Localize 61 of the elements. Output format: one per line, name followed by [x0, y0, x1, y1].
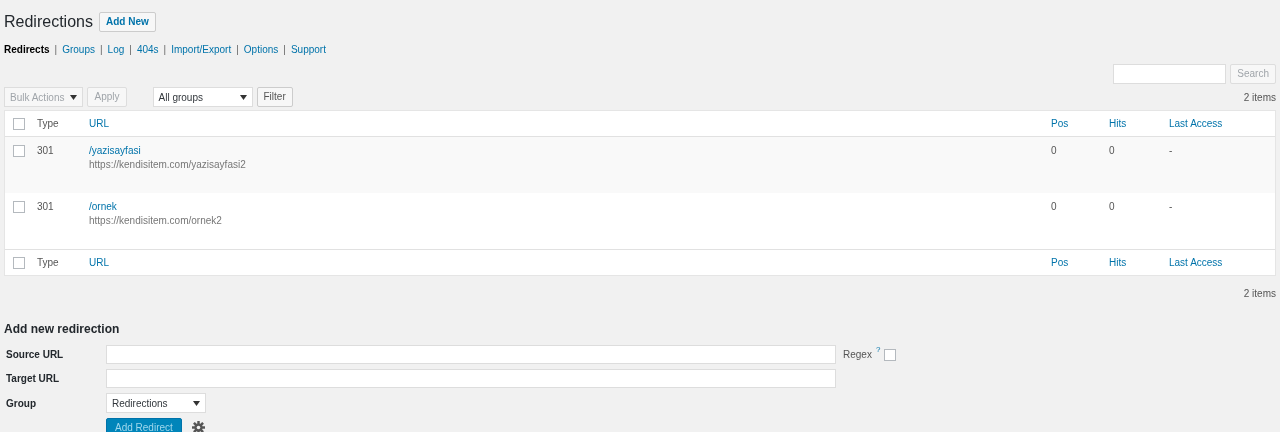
- url-link[interactable]: /ornek: [89, 201, 1051, 212]
- field-label: Source URL: [5, 349, 65, 360]
- column-header: Type: [37, 257, 60, 268]
- column-header[interactable]: Pos: [1051, 257, 1109, 268]
- column-header[interactable]: URL: [89, 118, 1051, 129]
- help-link[interactable]: ?: [875, 345, 881, 354]
- page-title: Redirections: [4, 13, 93, 31]
- regex-label: Regex: [843, 349, 872, 360]
- caret-icon: [193, 400, 200, 406]
- table-cell-text: 0: [1109, 201, 1116, 212]
- tab[interactable]: Support: [290, 43, 326, 55]
- separator: |: [129, 43, 132, 55]
- target-url-field[interactable]: [106, 369, 836, 388]
- checkbox[interactable]: [13, 145, 25, 157]
- tab[interactable]: Import/Export: [171, 43, 232, 55]
- tab[interactable]: 404s: [136, 43, 159, 55]
- checkbox[interactable]: [884, 348, 897, 361]
- checkbox[interactable]: [13, 201, 25, 213]
- table-cell-text: -: [1169, 201, 1174, 212]
- group-dropdown[interactable]: Redirections: [106, 393, 206, 413]
- table-cell-text: 301: [37, 201, 55, 212]
- source-url-field[interactable]: [106, 345, 836, 364]
- search-field[interactable]: [1113, 64, 1227, 84]
- field-label: Group: [5, 397, 37, 409]
- add-redirect-button[interactable]: Add Redirect: [106, 418, 182, 432]
- group-dropdown[interactable]: All groups: [152, 87, 253, 107]
- caret-icon: [70, 94, 78, 100]
- table-cell-text: 301: [37, 145, 55, 156]
- target-url: https://kendisitem.com/ornek2: [89, 215, 223, 226]
- separator: |: [54, 43, 58, 55]
- table-cell-text: 0: [1051, 201, 1058, 212]
- tab[interactable]: Redirects: [4, 43, 50, 55]
- column-header[interactable]: Pos: [1051, 118, 1109, 129]
- table-cell-text: -: [1169, 145, 1174, 156]
- filter-button[interactable]: Filter: [256, 87, 293, 107]
- column-header[interactable]: Last Access: [1169, 118, 1275, 129]
- separator: |: [100, 43, 103, 55]
- item-count: 2 items: [1243, 288, 1276, 300]
- column-header[interactable]: Hits: [1109, 257, 1169, 268]
- caret-icon: [239, 94, 247, 100]
- checkbox[interactable]: [13, 256, 25, 269]
- section-heading: Add new redirection: [4, 322, 121, 336]
- add-new-button[interactable]: Add New: [98, 12, 156, 32]
- table-cell-text: 0: [1051, 145, 1058, 156]
- table-cell-text: 0: [1109, 145, 1116, 156]
- url-link[interactable]: /yazisayfasi: [89, 145, 1051, 156]
- field-label: Target URL: [5, 373, 61, 384]
- separator: |: [236, 43, 239, 55]
- item-count: 2 items: [1243, 91, 1276, 103]
- column-header[interactable]: Hits: [1109, 118, 1169, 129]
- checkbox[interactable]: [13, 117, 25, 130]
- settings-icon[interactable]: [191, 421, 205, 432]
- column-header[interactable]: Last Access: [1169, 257, 1275, 268]
- tab[interactable]: Options: [243, 43, 279, 55]
- separator: |: [283, 43, 286, 55]
- tab[interactable]: Groups: [62, 43, 95, 55]
- separator: |: [163, 43, 167, 55]
- column-header: Type: [37, 118, 60, 129]
- target-url: https://kendisitem.com/yazisayfasi2: [89, 159, 247, 170]
- tab[interactable]: Log: [107, 43, 125, 55]
- column-header[interactable]: URL: [89, 257, 1051, 268]
